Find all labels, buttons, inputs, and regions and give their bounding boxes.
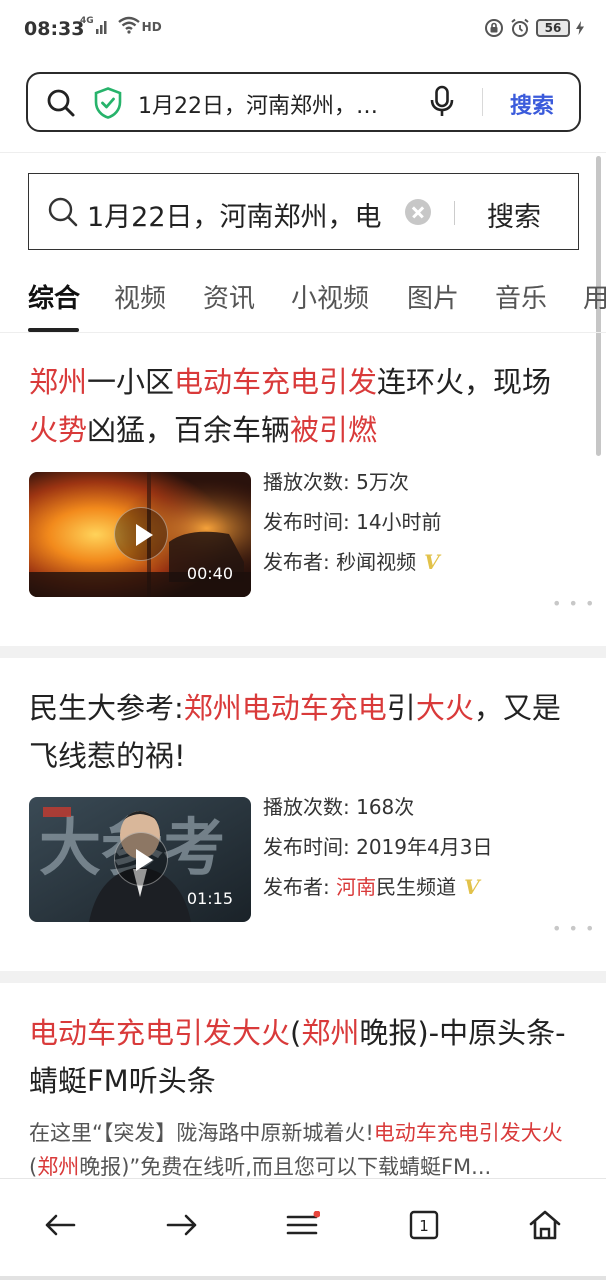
highlight-text: 郑州 bbox=[29, 365, 88, 399]
highlight-text: 郑州 bbox=[37, 1155, 80, 1179]
tab-video[interactable]: 视频 bbox=[114, 278, 166, 315]
title-text: 凶猛，百余车辆 bbox=[87, 413, 291, 447]
publish-time-value: 14小时前 bbox=[356, 510, 442, 534]
highlight-text: 电动车充电引发大火 bbox=[373, 1121, 563, 1145]
battery-level: 56 bbox=[536, 19, 570, 37]
signal-icon bbox=[95, 21, 107, 34]
home-icon[interactable] bbox=[525, 1205, 565, 1245]
tab-images[interactable]: 图片 bbox=[407, 278, 459, 315]
play-count-value: 5万次 bbox=[356, 470, 409, 494]
status-right: 56 bbox=[484, 18, 584, 38]
menu-icon[interactable] bbox=[283, 1205, 323, 1245]
play-count: 播放次数: 5万次 bbox=[263, 462, 409, 502]
search-icon[interactable] bbox=[46, 88, 76, 122]
publish-time-value: 2019年4月3日 bbox=[356, 835, 493, 859]
title-text: 连环火，现场 bbox=[377, 365, 552, 399]
play-count-label: 播放次数: bbox=[263, 470, 350, 494]
more-options-icon[interactable]: • • • bbox=[552, 919, 595, 938]
tab-music[interactable]: 音乐 bbox=[495, 278, 547, 315]
category-tabs: 综合 视频 资讯 小视频 图片 音乐 用 bbox=[0, 272, 606, 332]
tab-more[interactable]: 用 bbox=[583, 278, 606, 315]
highlight-text: 郑州电动车充电 bbox=[183, 691, 387, 725]
title-text: 晚报)”免费在线听,而且您可以下载蜻蜓FM... bbox=[79, 1155, 492, 1179]
publisher-name[interactable]: 秒闻视频 bbox=[336, 550, 416, 574]
publish-time-label: 发布时间: bbox=[263, 835, 350, 859]
publish-time: 发布时间: 14小时前 bbox=[263, 502, 442, 542]
tab-all[interactable]: 综合 bbox=[28, 278, 80, 315]
alarm-icon bbox=[511, 18, 529, 37]
network-indicator: 4G HD bbox=[80, 16, 162, 34]
publisher: 发布者: 河南民生频道 V bbox=[263, 867, 480, 907]
publisher-rest: 民生频道 bbox=[376, 875, 457, 899]
video-thumbnail[interactable]: 大参考 01:15 bbox=[29, 797, 251, 922]
address-search-button[interactable]: 搜索 bbox=[510, 88, 554, 120]
search-query-input[interactable]: 1月22日，河南郑州，电 bbox=[87, 195, 392, 234]
play-count-value: 168次 bbox=[356, 795, 415, 819]
hd-label: HD bbox=[141, 20, 162, 34]
verified-badge-icon: V bbox=[424, 550, 440, 574]
security-shield-icon[interactable] bbox=[94, 87, 122, 123]
publisher-label: 发布者: bbox=[263, 875, 330, 899]
video-duration: 00:40 bbox=[186, 564, 233, 583]
highlight-text: 被引燃 bbox=[290, 413, 378, 447]
charging-icon bbox=[576, 21, 584, 35]
title-text: ( bbox=[290, 1016, 302, 1050]
forward-arrow-icon[interactable] bbox=[162, 1205, 202, 1245]
tabs-icon: 1 bbox=[409, 1210, 439, 1240]
title-text: 引 bbox=[386, 691, 416, 725]
search-divider bbox=[454, 201, 455, 225]
result-separator bbox=[0, 971, 606, 983]
highlight-text: 电动车充电引发 bbox=[174, 365, 378, 399]
search-icon bbox=[47, 196, 79, 232]
header-divider bbox=[0, 152, 606, 153]
video-thumbnail[interactable]: 00:40 bbox=[29, 472, 251, 597]
highlight-text: 大火 bbox=[415, 691, 474, 725]
result-title[interactable]: 民生大参考:郑州电动车充电引大火，又是飞线惹的祸! bbox=[29, 684, 579, 780]
gesture-bar bbox=[0, 1276, 606, 1280]
video-duration: 01:15 bbox=[186, 889, 233, 908]
lock-rotation-icon bbox=[485, 19, 503, 37]
network-type: 4G bbox=[80, 16, 94, 26]
back-arrow-icon[interactable] bbox=[40, 1205, 80, 1245]
publisher: 发布者: 秒闻视频 V bbox=[263, 542, 440, 582]
publisher-highlight: 河南 bbox=[336, 875, 377, 899]
highlight-text: 火势 bbox=[29, 413, 88, 447]
title-text: 在这里“【突发】陇海路中原新城着火! bbox=[29, 1121, 374, 1145]
highlight-text: 郑州 bbox=[301, 1016, 360, 1050]
title-text: ( bbox=[29, 1155, 38, 1179]
play-icon[interactable] bbox=[114, 507, 168, 561]
tabs-count-button[interactable]: 1 bbox=[404, 1205, 444, 1245]
result-separator bbox=[0, 646, 606, 658]
highlight-text: 电动车充电引发大火 bbox=[29, 1016, 291, 1050]
bottom-navigation: 1 bbox=[0, 1178, 606, 1280]
result-title[interactable]: 电动车充电引发大火(郑州晚报)-中原头条-蜻蜓FM听头条 bbox=[29, 1009, 579, 1105]
title-text: 民生大参考: bbox=[29, 691, 184, 725]
publisher-name[interactable]: 河南民生频道 bbox=[336, 875, 456, 899]
play-count-label: 播放次数: bbox=[263, 795, 350, 819]
publisher-label: 发布者: bbox=[263, 550, 330, 574]
address-url-text[interactable]: 1月22日，河南郑州，… bbox=[138, 88, 378, 120]
address-bar-divider bbox=[482, 88, 483, 116]
browser-address-bar[interactable]: 1月22日，河南郑州，… 搜索 bbox=[26, 72, 581, 132]
title-text: 一小区 bbox=[87, 365, 175, 399]
page-search-button[interactable]: 搜索 bbox=[487, 195, 541, 234]
tab-news[interactable]: 资讯 bbox=[203, 278, 255, 315]
tab-short-video[interactable]: 小视频 bbox=[291, 278, 369, 315]
more-options-icon[interactable]: • • • bbox=[552, 594, 595, 613]
play-count: 播放次数: 168次 bbox=[263, 787, 414, 827]
status-bar: 08:33 4G HD 56 bbox=[0, 0, 606, 62]
play-icon[interactable] bbox=[114, 832, 168, 886]
status-time: 08:33 bbox=[24, 18, 85, 40]
clear-input-icon[interactable] bbox=[405, 199, 431, 225]
publish-time: 发布时间: 2019年4月3日 bbox=[263, 827, 492, 867]
tabs-divider bbox=[0, 332, 606, 333]
result-title[interactable]: 郑州一小区电动车充电引发连环火，现场火势凶猛，百余车辆被引燃 bbox=[29, 358, 579, 454]
result-snippet: 在这里“【突发】陇海路中原新城着火!电动车充电引发大火 (郑州晚报)”免费在线听,… bbox=[29, 1116, 579, 1184]
microphone-icon[interactable] bbox=[428, 85, 456, 123]
tab-count: 1 bbox=[419, 1217, 429, 1235]
verified-badge-icon: V bbox=[464, 875, 480, 899]
publish-time-label: 发布时间: bbox=[263, 510, 350, 534]
page-search-box[interactable]: 1月22日，河南郑州，电 搜索 bbox=[28, 173, 579, 250]
wifi-icon bbox=[117, 16, 140, 34]
